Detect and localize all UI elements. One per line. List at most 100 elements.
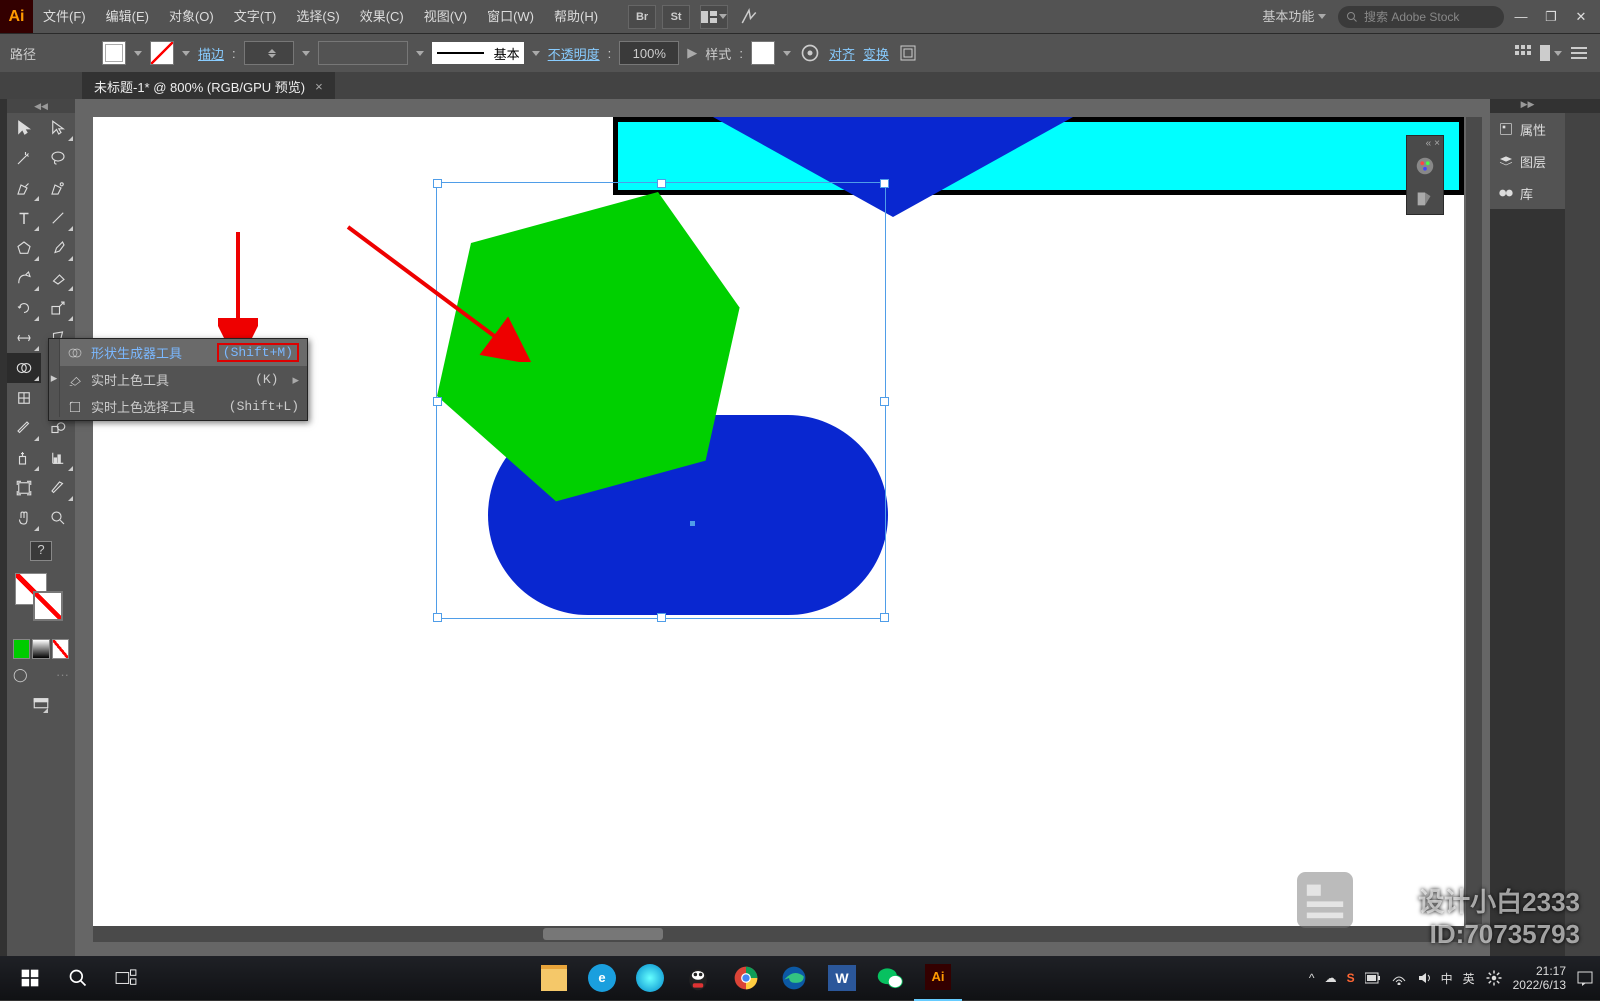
taskbar-edge[interactable] [770,956,818,1000]
hand-tool[interactable] [7,503,41,533]
selection-tool[interactable] [7,113,41,143]
tray-notifications-icon[interactable] [1576,969,1594,987]
artboard-tool[interactable] [7,473,41,503]
rectangle-tool[interactable] [7,233,41,263]
start-button[interactable] [6,956,54,1000]
eyedropper-tool[interactable] [7,413,41,443]
taskbar-word[interactable]: W [818,956,866,1000]
stroke-weight[interactable] [244,41,294,65]
curvature-tool[interactable] [41,173,75,203]
brush-preview[interactable]: 基本 [432,42,524,64]
menu-icon[interactable] [1568,42,1590,64]
edit-toolbar[interactable]: ? [7,537,75,565]
flyout-live-paint-select[interactable]: 实时上色选择工具 (Shift+L) [59,393,307,420]
h-scrollbar[interactable] [93,926,1464,942]
panel-close-icon[interactable]: × [1434,138,1440,149]
style-swatch[interactable] [751,41,775,65]
stroke-proxy[interactable] [33,591,63,621]
taskbar-chrome[interactable] [722,956,770,1000]
tray-clock[interactable]: 21:17 2022/6/13 [1513,964,1566,992]
task-view-button[interactable] [102,956,150,1000]
tray-cloud-icon[interactable]: ☁ [1325,971,1337,985]
fill-swatch[interactable] [102,41,126,65]
handle-sw[interactable] [433,613,442,622]
flyout-live-paint[interactable]: 实时上色工具 (K) ▸ [59,366,307,393]
color-mode-solid[interactable] [13,639,30,659]
handle-n[interactable] [657,179,666,188]
handle-ne[interactable] [880,179,889,188]
arrange-docs-icon[interactable] [700,5,728,29]
taskbar-app-blue[interactable] [626,956,674,1000]
search-stock[interactable]: 搜索 Adobe Stock [1338,6,1504,28]
paintbrush-tool[interactable] [41,233,75,263]
bridge-icon[interactable]: Br [628,5,656,29]
panel-collapse-icon[interactable]: « [1426,138,1432,149]
tray-wifi-icon[interactable] [1391,971,1407,985]
tray-battery-icon[interactable] [1365,971,1381,985]
grid-icon[interactable] [1512,42,1534,64]
handle-se[interactable] [880,613,889,622]
flyout-grip[interactable]: ▸ [49,339,60,417]
var-width[interactable] [318,41,408,65]
align-label[interactable]: 对齐 [829,44,855,63]
shape-builder-tool[interactable] [7,353,41,383]
tray-sogou-icon[interactable]: S [1347,971,1355,985]
draw-mode-icon[interactable]: ◯ [13,667,28,683]
v-scrollbar[interactable] [1466,117,1482,924]
type-tool[interactable] [7,203,41,233]
close-button[interactable]: ✕ [1568,7,1594,27]
tray-settings-icon[interactable] [1485,969,1503,987]
isolate-icon[interactable] [897,42,919,64]
menu-type[interactable]: 文字(T) [224,0,287,33]
direct-selection-tool[interactable] [41,113,75,143]
symbol-sprayer-tool[interactable] [7,443,41,473]
taskbar-illustrator[interactable]: Ai [914,955,962,1001]
color-proxy[interactable] [7,565,75,637]
panel-libraries[interactable]: 库 [1490,177,1565,209]
handle-nw[interactable] [433,179,442,188]
color-panel-icon[interactable] [1407,150,1443,182]
menu-effect[interactable]: 效果(C) [350,0,414,33]
tray-ime-1[interactable]: 中 [1441,970,1453,987]
swatches-panel-icon[interactable] [1407,182,1443,214]
recolor-icon[interactable] [799,42,821,64]
mesh-tool[interactable] [7,383,41,413]
eraser-tool[interactable] [41,263,75,293]
panel-properties[interactable]: 属性 [1490,113,1565,145]
taskbar-edge-legacy[interactable]: e [578,956,626,1000]
handle-s[interactable] [657,613,666,622]
menu-file[interactable]: 文件(F) [33,0,96,33]
color-mode-gradient[interactable] [32,639,49,659]
handle-e[interactable] [880,397,889,406]
maximize-button[interactable]: ❐ [1538,7,1564,27]
width-tool[interactable] [7,323,41,353]
menu-help[interactable]: 帮助(H) [544,0,608,33]
menu-edit[interactable]: 编辑(E) [96,0,159,33]
lasso-tool[interactable] [41,143,75,173]
pen-tool[interactable] [7,173,41,203]
menu-select[interactable]: 选择(S) [286,0,349,33]
taskbar-wechat[interactable] [866,956,914,1000]
shaper-tool[interactable] [7,263,41,293]
floating-color-panel[interactable]: «× [1406,135,1444,215]
snap-icon[interactable] [1540,42,1562,64]
zoom-tool[interactable] [41,503,75,533]
transform-label[interactable]: 变换 [863,44,889,63]
tray-chevron-up-icon[interactable]: ^ [1309,971,1315,985]
opacity-value[interactable]: 100% [619,41,679,65]
stock-icon[interactable]: St [662,5,690,29]
color-mode-none[interactable] [52,639,69,659]
minimize-button[interactable]: — [1508,7,1534,27]
taskbar-explorer[interactable] [530,956,578,1000]
scale-tool[interactable] [41,293,75,323]
workspace-dropdown[interactable]: 基本功能 [1254,6,1334,28]
line-tool[interactable] [41,203,75,233]
tray-ime-2[interactable]: 英 [1463,970,1475,987]
tools-header[interactable]: ◀◀ [7,99,75,113]
handle-w[interactable] [433,397,442,406]
menu-view[interactable]: 视图(V) [414,0,477,33]
search-button[interactable] [54,956,102,1000]
flyout-shape-builder[interactable]: 形状生成器工具 (Shift+M) [59,339,307,366]
document-tab[interactable]: 未标题-1* @ 800% (RGB/GPU 预览) × [82,72,335,100]
tab-close-icon[interactable]: × [315,79,323,94]
